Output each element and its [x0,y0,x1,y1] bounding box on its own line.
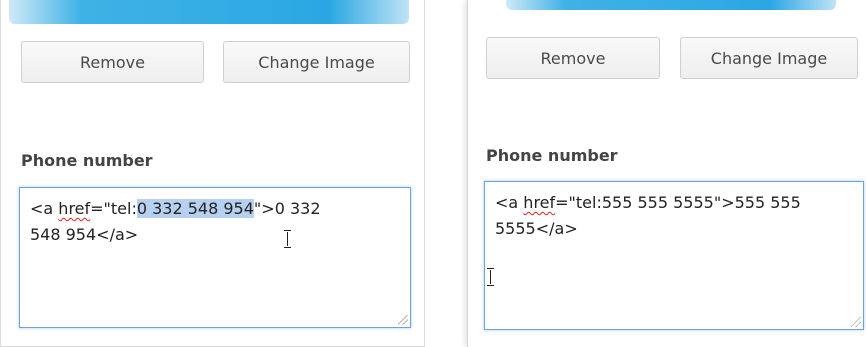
remove-button[interactable]: Remove [486,37,660,79]
left-panel: Remove Change Image Phone number <a href… [0,0,425,347]
change-image-button[interactable]: Change Image [223,41,410,83]
phone-number-label: Phone number [486,146,618,165]
resize-handle-icon[interactable] [851,317,861,327]
textarea-line-2: 5555</a> [495,219,578,238]
phone-number-textarea[interactable]: <a href="tel:0 332 548 954">0 332 548 95… [19,187,411,328]
image-preview-bar [506,0,836,10]
phone-number-textarea[interactable]: <a href="tel:555 555 5555">555 555 5555<… [484,181,864,330]
spellcheck-word: href [523,193,556,212]
phone-number-label: Phone number [21,151,153,170]
remove-button[interactable]: Remove [21,41,204,83]
code-text: <a [30,199,59,218]
image-preview-bar [9,0,409,24]
code-text: ="tel: [90,199,137,218]
change-image-button[interactable]: Change Image [680,37,858,79]
code-text: ="tel:555 555 5555">555 555 [555,193,801,212]
code-text: ">0 332 [253,199,321,218]
right-panel: Remove Change Image Phone number <a href… [467,0,866,347]
spellcheck-word: href [58,199,91,218]
code-text: <a [495,193,524,212]
text-cursor-icon [487,268,495,286]
text-selection: 0 332 548 954 [136,199,254,218]
textarea-line-1: <a href="tel:0 332 548 954">0 332 [30,196,400,222]
textarea-line-2: 548 954</a> [30,225,139,244]
textarea-line-1: <a href="tel:555 555 5555">555 555 [495,190,853,216]
resize-handle-icon[interactable] [398,315,408,325]
text-cursor-icon [284,230,292,248]
